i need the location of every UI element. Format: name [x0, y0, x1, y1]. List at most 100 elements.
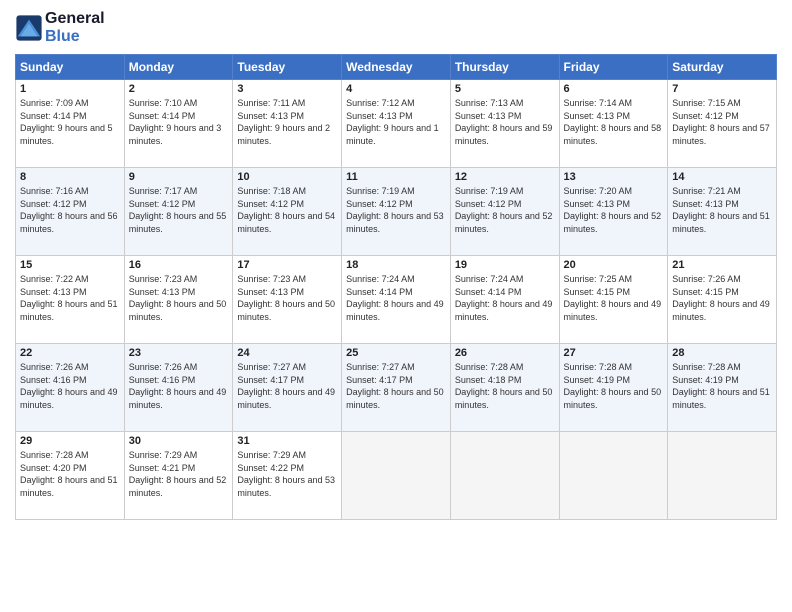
daylight-hours: Daylight: 8 hours and 50 minutes. [237, 299, 335, 322]
calendar-header-wednesday: Wednesday [342, 55, 451, 80]
sunset: Sunset: 4:13 PM [20, 287, 87, 297]
day-number: 17 [237, 259, 337, 271]
day-info: Sunrise: 7:19 AM Sunset: 4:12 PM Dayligh… [346, 185, 446, 235]
calendar-day-cell: 18 Sunrise: 7:24 AM Sunset: 4:14 PM Dayl… [342, 256, 451, 344]
calendar-header-thursday: Thursday [450, 55, 559, 80]
daylight-hours: Daylight: 8 hours and 55 minutes. [129, 211, 227, 234]
day-info: Sunrise: 7:17 AM Sunset: 4:12 PM Dayligh… [129, 185, 229, 235]
sunrise: Sunrise: 7:13 AM [455, 98, 524, 108]
day-number: 29 [20, 435, 120, 447]
day-info: Sunrise: 7:12 AM Sunset: 4:13 PM Dayligh… [346, 97, 446, 147]
day-info: Sunrise: 7:24 AM Sunset: 4:14 PM Dayligh… [346, 273, 446, 323]
day-info: Sunrise: 7:15 AM Sunset: 4:12 PM Dayligh… [672, 97, 772, 147]
calendar-week-row: 8 Sunrise: 7:16 AM Sunset: 4:12 PM Dayli… [16, 168, 777, 256]
sunrise: Sunrise: 7:29 AM [237, 450, 306, 460]
sunrise: Sunrise: 7:21 AM [672, 186, 741, 196]
day-number: 26 [455, 347, 555, 359]
sunrise: Sunrise: 7:18 AM [237, 186, 306, 196]
daylight-hours: Daylight: 8 hours and 49 minutes. [346, 299, 444, 322]
sunrise: Sunrise: 7:12 AM [346, 98, 415, 108]
calendar-day-cell: 30 Sunrise: 7:29 AM Sunset: 4:21 PM Dayl… [124, 432, 233, 520]
daylight-hours: Daylight: 8 hours and 51 minutes. [20, 475, 118, 498]
sunset: Sunset: 4:22 PM [237, 463, 304, 473]
day-number: 21 [672, 259, 772, 271]
day-info: Sunrise: 7:29 AM Sunset: 4:22 PM Dayligh… [237, 449, 337, 499]
day-number: 14 [672, 171, 772, 183]
calendar-day-cell: 4 Sunrise: 7:12 AM Sunset: 4:13 PM Dayli… [342, 80, 451, 168]
day-number: 15 [20, 259, 120, 271]
sunrise: Sunrise: 7:11 AM [237, 98, 305, 108]
day-number: 7 [672, 83, 772, 95]
calendar-day-cell: 20 Sunrise: 7:25 AM Sunset: 4:15 PM Dayl… [559, 256, 668, 344]
daylight-hours: Daylight: 8 hours and 59 minutes. [455, 123, 553, 146]
sunset: Sunset: 4:13 PM [346, 111, 413, 121]
calendar-day-cell: 26 Sunrise: 7:28 AM Sunset: 4:18 PM Dayl… [450, 344, 559, 432]
sunrise: Sunrise: 7:24 AM [455, 274, 524, 284]
sunset: Sunset: 4:16 PM [129, 375, 196, 385]
day-info: Sunrise: 7:28 AM Sunset: 4:19 PM Dayligh… [564, 361, 664, 411]
sunset: Sunset: 4:12 PM [455, 199, 522, 209]
day-number: 4 [346, 83, 446, 95]
day-number: 24 [237, 347, 337, 359]
calendar-day-cell [559, 432, 668, 520]
calendar-header-friday: Friday [559, 55, 668, 80]
day-info: Sunrise: 7:29 AM Sunset: 4:21 PM Dayligh… [129, 449, 229, 499]
day-number: 28 [672, 347, 772, 359]
sunrise: Sunrise: 7:29 AM [129, 450, 198, 460]
day-number: 8 [20, 171, 120, 183]
day-info: Sunrise: 7:13 AM Sunset: 4:13 PM Dayligh… [455, 97, 555, 147]
calendar-day-cell: 3 Sunrise: 7:11 AM Sunset: 4:13 PM Dayli… [233, 80, 342, 168]
sunrise: Sunrise: 7:20 AM [564, 186, 633, 196]
day-info: Sunrise: 7:10 AM Sunset: 4:14 PM Dayligh… [129, 97, 229, 147]
sunset: Sunset: 4:17 PM [237, 375, 304, 385]
day-number: 16 [129, 259, 229, 271]
daylight-hours: Daylight: 8 hours and 49 minutes. [237, 387, 335, 410]
sunrise: Sunrise: 7:27 AM [237, 362, 306, 372]
day-info: Sunrise: 7:28 AM Sunset: 4:18 PM Dayligh… [455, 361, 555, 411]
daylight-hours: Daylight: 8 hours and 52 minutes. [455, 211, 553, 234]
sunrise: Sunrise: 7:26 AM [672, 274, 741, 284]
day-info: Sunrise: 7:26 AM Sunset: 4:16 PM Dayligh… [129, 361, 229, 411]
sunrise: Sunrise: 7:15 AM [672, 98, 741, 108]
sunset: Sunset: 4:13 PM [672, 199, 739, 209]
daylight-hours: Daylight: 8 hours and 51 minutes. [672, 387, 770, 410]
daylight-hours: Daylight: 8 hours and 50 minutes. [564, 387, 662, 410]
sunrise: Sunrise: 7:25 AM [564, 274, 633, 284]
calendar-day-cell: 8 Sunrise: 7:16 AM Sunset: 4:12 PM Dayli… [16, 168, 125, 256]
page: General Blue SundayMondayTuesdayWednesda… [0, 0, 792, 612]
calendar-day-cell: 25 Sunrise: 7:27 AM Sunset: 4:17 PM Dayl… [342, 344, 451, 432]
calendar-header-monday: Monday [124, 55, 233, 80]
sunrise: Sunrise: 7:17 AM [129, 186, 198, 196]
day-info: Sunrise: 7:22 AM Sunset: 4:13 PM Dayligh… [20, 273, 120, 323]
day-number: 22 [20, 347, 120, 359]
sunrise: Sunrise: 7:19 AM [346, 186, 415, 196]
sunrise: Sunrise: 7:16 AM [20, 186, 89, 196]
day-info: Sunrise: 7:24 AM Sunset: 4:14 PM Dayligh… [455, 273, 555, 323]
day-number: 19 [455, 259, 555, 271]
calendar-week-row: 22 Sunrise: 7:26 AM Sunset: 4:16 PM Dayl… [16, 344, 777, 432]
calendar-day-cell: 10 Sunrise: 7:18 AM Sunset: 4:12 PM Dayl… [233, 168, 342, 256]
day-info: Sunrise: 7:19 AM Sunset: 4:12 PM Dayligh… [455, 185, 555, 235]
sunrise: Sunrise: 7:28 AM [672, 362, 741, 372]
calendar-day-cell: 28 Sunrise: 7:28 AM Sunset: 4:19 PM Dayl… [668, 344, 777, 432]
logo-icon [15, 14, 43, 42]
daylight-hours: Daylight: 8 hours and 49 minutes. [455, 299, 553, 322]
daylight-hours: Daylight: 9 hours and 5 minutes. [20, 123, 113, 146]
day-info: Sunrise: 7:23 AM Sunset: 4:13 PM Dayligh… [129, 273, 229, 323]
day-number: 2 [129, 83, 229, 95]
day-number: 6 [564, 83, 664, 95]
day-number: 9 [129, 171, 229, 183]
logo-text: General Blue [45, 10, 105, 46]
daylight-hours: Daylight: 8 hours and 49 minutes. [564, 299, 662, 322]
day-number: 5 [455, 83, 555, 95]
day-info: Sunrise: 7:16 AM Sunset: 4:12 PM Dayligh… [20, 185, 120, 235]
daylight-hours: Daylight: 9 hours and 3 minutes. [129, 123, 222, 146]
daylight-hours: Daylight: 9 hours and 1 minute. [346, 123, 439, 146]
calendar-day-cell: 12 Sunrise: 7:19 AM Sunset: 4:12 PM Dayl… [450, 168, 559, 256]
day-info: Sunrise: 7:11 AM Sunset: 4:13 PM Dayligh… [237, 97, 337, 147]
calendar-day-cell: 23 Sunrise: 7:26 AM Sunset: 4:16 PM Dayl… [124, 344, 233, 432]
daylight-hours: Daylight: 8 hours and 53 minutes. [346, 211, 444, 234]
sunrise: Sunrise: 7:23 AM [129, 274, 198, 284]
calendar-week-row: 1 Sunrise: 7:09 AM Sunset: 4:14 PM Dayli… [16, 80, 777, 168]
sunset: Sunset: 4:13 PM [237, 111, 304, 121]
